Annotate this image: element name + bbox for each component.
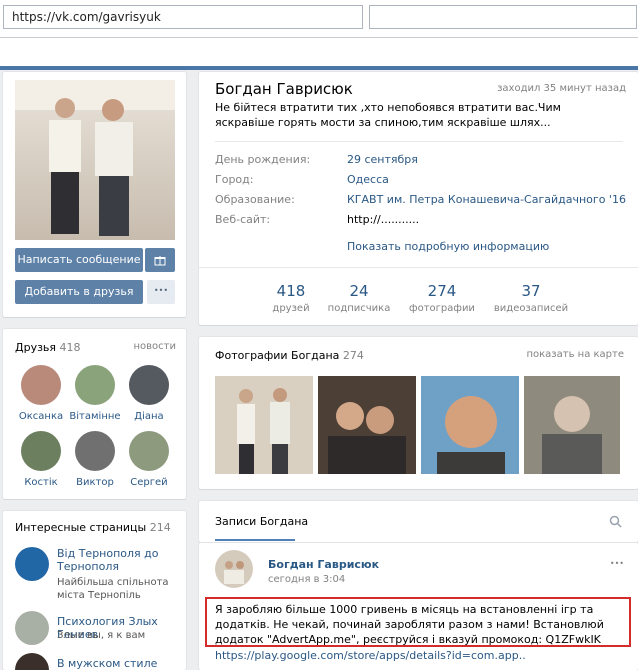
counter-photos[interactable]: 274 фотографии bbox=[402, 282, 482, 314]
gift-button[interactable] bbox=[145, 248, 175, 272]
counter-label: фотографии bbox=[409, 303, 475, 314]
avatar bbox=[75, 365, 115, 405]
friend-item[interactable]: Оксанка bbox=[15, 365, 67, 422]
friend-item[interactable]: Костік bbox=[15, 431, 67, 488]
education-value[interactable]: КГАВТ им. Петра Конашевича-Сагайдачного … bbox=[347, 193, 626, 206]
active-tab-underline bbox=[215, 539, 295, 541]
photo-thumb[interactable] bbox=[215, 376, 313, 474]
divider bbox=[199, 267, 638, 268]
avatar bbox=[75, 431, 115, 471]
friend-name: Діана bbox=[134, 411, 164, 422]
browser-search-box[interactable] bbox=[369, 5, 637, 29]
avatar[interactable] bbox=[215, 550, 253, 588]
more-actions-button[interactable]: ••• bbox=[147, 280, 175, 304]
page-description: Найбільша спільнота міста Тернопіль bbox=[57, 577, 169, 601]
friend-item[interactable]: Діана bbox=[123, 365, 175, 422]
page-description: Злые вы, я к вам bbox=[57, 630, 146, 641]
post-timestamp[interactable]: сегодня в 3:04 bbox=[268, 574, 345, 585]
counter-label: видеозаписей bbox=[493, 303, 569, 314]
gift-icon bbox=[154, 256, 166, 266]
photo-thumb[interactable] bbox=[421, 376, 519, 474]
page-avatar[interactable] bbox=[15, 611, 49, 645]
counter-number: 24 bbox=[349, 282, 369, 300]
write-message-button[interactable]: Написать сообщение bbox=[15, 248, 143, 272]
counter-followers[interactable]: 24 подписчика bbox=[319, 282, 399, 314]
friend-name: Вітамінне bbox=[69, 411, 121, 422]
city-label: Город: bbox=[215, 173, 254, 186]
profile-photo[interactable] bbox=[15, 80, 175, 240]
post-text: Я заробляю більше 1000 гривень в місяць … bbox=[205, 597, 631, 647]
address-bar[interactable]: https://vk.com/gavrisyuk bbox=[3, 5, 363, 29]
friend-name: Костік bbox=[24, 477, 58, 488]
wall-post: Богдан Гаврисюк сегодня в 3:04 ••• Я зар… bbox=[199, 543, 638, 670]
birthday-label: День рождения: bbox=[215, 153, 311, 166]
friend-name: Виктор bbox=[76, 477, 114, 488]
avatar bbox=[21, 431, 61, 471]
profile-status: Не бійтеся втратити тих ,хто непобоявся … bbox=[215, 101, 561, 129]
search-icon[interactable] bbox=[609, 515, 622, 528]
page-avatar[interactable] bbox=[15, 547, 49, 581]
page-name-link[interactable]: Від Тернополя до Тернополя bbox=[57, 547, 175, 573]
avatar bbox=[21, 365, 61, 405]
page-name-link[interactable]: В мужском стиле bbox=[57, 657, 175, 670]
show-details-link[interactable]: Показать подробную информацию bbox=[347, 240, 549, 253]
avatar bbox=[129, 365, 169, 405]
profile-name: Богдан Гаврисюк bbox=[215, 80, 353, 98]
divider bbox=[215, 141, 623, 142]
interesting-pages-card: Интересные страницы 214 Від Тернополя до… bbox=[3, 511, 186, 670]
page-avatar[interactable] bbox=[15, 653, 49, 670]
city-value[interactable]: Одесса bbox=[347, 173, 389, 186]
friend-item[interactable]: Сергей bbox=[123, 431, 175, 488]
website-label: Веб-сайт: bbox=[215, 213, 271, 226]
pages-count: 214 bbox=[149, 521, 171, 534]
friends-news-link[interactable]: новости bbox=[134, 341, 177, 352]
vk-header-strip bbox=[0, 66, 638, 70]
friends-count: 418 bbox=[59, 341, 81, 354]
photos-header[interactable]: Фотографии Богдана 274 bbox=[215, 349, 364, 362]
add-friend-button[interactable]: Добавить в друзья bbox=[15, 280, 143, 304]
friend-name: Сергей bbox=[130, 477, 168, 488]
education-label: Образование: bbox=[215, 193, 295, 206]
post-author-link[interactable]: Богдан Гаврисюк bbox=[268, 558, 379, 571]
last-seen: заходил 35 минут назад bbox=[497, 83, 626, 94]
photo-thumb[interactable] bbox=[318, 376, 416, 474]
avatar bbox=[129, 431, 169, 471]
photos-title: Фотографии Богдана bbox=[215, 349, 340, 362]
browser-toolbar: https://vk.com/gavrisyuk bbox=[0, 0, 638, 38]
friends-title: Друзья bbox=[15, 341, 57, 354]
photo-thumb[interactable] bbox=[524, 376, 620, 474]
friend-name: Оксанка bbox=[18, 411, 64, 422]
pages-header[interactable]: Интересные страницы 214 bbox=[15, 521, 171, 534]
show-on-map-link[interactable]: показать на карте bbox=[526, 349, 624, 360]
wall-tabs: Записи Богдана bbox=[199, 501, 638, 542]
pages-title: Интересные страницы bbox=[15, 521, 147, 534]
friend-item[interactable]: Вітамінне bbox=[69, 365, 121, 422]
friends-header[interactable]: Друзья 418 bbox=[15, 341, 81, 354]
post-external-link[interactable]: https://play.google.com/store/apps/detai… bbox=[215, 649, 526, 662]
counter-videos[interactable]: 37 видеозаписей bbox=[491, 282, 571, 314]
counter-number: 37 bbox=[521, 282, 541, 300]
post-menu-button[interactable]: ••• bbox=[610, 559, 624, 568]
friend-item[interactable]: Виктор bbox=[69, 431, 121, 488]
photos-count: 274 bbox=[342, 349, 364, 362]
birthday-value[interactable]: 29 сентября bbox=[347, 153, 418, 166]
friends-card: Друзья 418 новости Оксанка Вітамінне Діа… bbox=[3, 329, 186, 499]
bookmarks-bar bbox=[0, 38, 638, 66]
tab-wall-posts[interactable]: Записи Богдана bbox=[215, 515, 308, 528]
profile-info-card: Богдан Гаврисюк заходил 35 минут назад Н… bbox=[199, 72, 638, 325]
website-value[interactable]: http://........... bbox=[347, 213, 419, 226]
counter-label: подписчика bbox=[327, 303, 391, 314]
counter-number: 274 bbox=[427, 282, 457, 300]
avatar-card: Написать сообщение Добавить в друзья ••• bbox=[3, 72, 186, 317]
